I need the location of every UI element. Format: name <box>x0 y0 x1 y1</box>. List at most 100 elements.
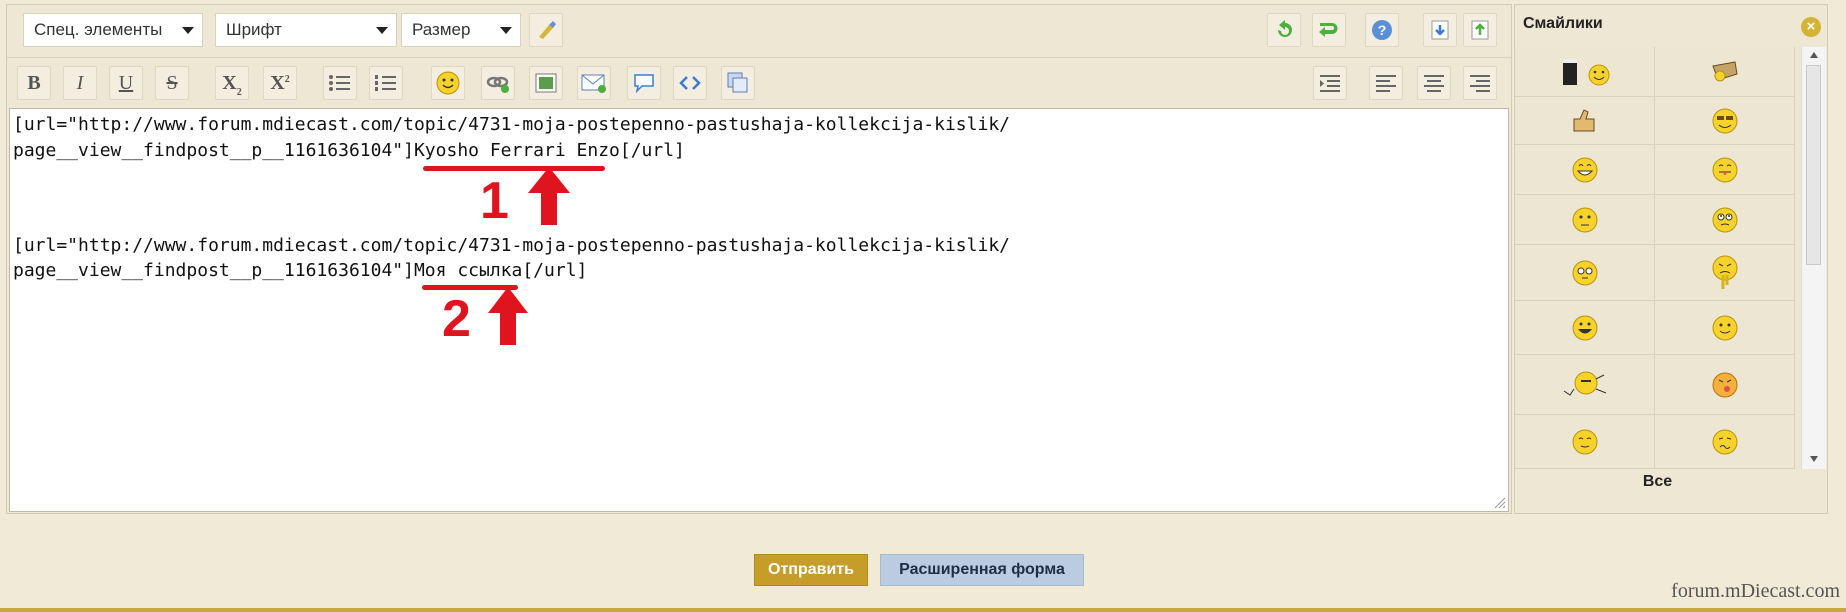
align-center-icon <box>1424 75 1444 92</box>
advanced-form-button[interactable]: Расширенная форма <box>880 554 1084 586</box>
map-smiley-icon <box>1711 60 1738 81</box>
italic-button[interactable]: I <box>63 66 97 100</box>
smiley-running[interactable] <box>1515 355 1655 415</box>
thumbs-up-smiley-icon <box>1573 108 1594 131</box>
send-button[interactable]: Отправить <box>754 554 868 586</box>
smiley-grin[interactable] <box>1515 145 1655 195</box>
smiley-sick[interactable] <box>1655 245 1795 301</box>
smiley-rolling-eyes[interactable] <box>1655 195 1795 245</box>
numbered-list-icon <box>375 75 396 91</box>
emoticon-icon <box>436 71 460 95</box>
upload-icon <box>1471 20 1489 40</box>
scroll-down-icon[interactable] <box>1809 455 1819 463</box>
smiley-happy[interactable] <box>1515 415 1655 469</box>
download-button[interactable] <box>1423 13 1457 47</box>
smiley-confused[interactable] <box>1655 415 1795 469</box>
editor-panel: Спец. элементы Шрифт Размер ? B I U S X2… <box>6 4 1512 514</box>
chevron-down-icon <box>376 27 388 34</box>
upload-button[interactable] <box>1463 13 1497 47</box>
size-dropdown[interactable]: Размер <box>401 13 521 47</box>
code-line-2-prefix: page__view__findpost__p__1161636104"] <box>13 140 414 161</box>
code-line-4-prefix: page__view__findpost__p__1161636104"] <box>13 260 414 281</box>
bulleted-list-button[interactable] <box>323 66 357 100</box>
subscript-base: X <box>222 71 237 94</box>
toolbar-row-1: Спец. элементы Шрифт Размер ? <box>7 5 1511 55</box>
quote-button[interactable] <box>627 66 661 100</box>
smiley-cool[interactable] <box>1655 97 1795 145</box>
smiley-smile[interactable] <box>1655 301 1795 355</box>
smiley-map[interactable] <box>1655 47 1795 97</box>
redo-icon <box>1319 23 1338 37</box>
indent-icon <box>1320 75 1340 92</box>
code-icon <box>679 76 701 90</box>
code-line-4-suffix: [/url] <box>522 260 588 281</box>
running-smiley-icon <box>1563 371 1606 396</box>
code-button[interactable] <box>673 66 707 100</box>
help-icon: ? <box>1372 20 1392 40</box>
scrollbar-thumb[interactable] <box>1806 65 1821 265</box>
scroll-up-icon[interactable] <box>1809 51 1819 59</box>
numbered-list-button[interactable] <box>369 66 403 100</box>
help-button[interactable]: ? <box>1365 13 1399 47</box>
special-elements-dropdown[interactable]: Спец. элементы <box>23 13 203 47</box>
smileys-grid <box>1515 47 1800 469</box>
bulleted-list-icon <box>329 75 350 91</box>
rolling-eyes-smiley-icon <box>1712 207 1737 232</box>
undo-button[interactable] <box>1267 13 1301 47</box>
smileys-scrollbar[interactable] <box>1801 47 1826 469</box>
indent-button[interactable] <box>1313 66 1347 100</box>
angry-smiley-icon <box>1712 372 1737 397</box>
smiley-angry[interactable] <box>1655 355 1795 415</box>
strikethrough-icon: S <box>166 71 178 94</box>
code-line-2: page__view__findpost__p__1161636104"]Kyo… <box>13 140 685 162</box>
smileys-panel: Смайлики × Все <box>1514 4 1828 514</box>
laugh-smiley-icon <box>1572 315 1597 340</box>
resize-handle-icon[interactable] <box>1494 497 1506 509</box>
superscript-button[interactable]: X2 <box>263 66 297 100</box>
smiley-neutral[interactable] <box>1515 195 1655 245</box>
smiley-laugh[interactable] <box>1515 301 1655 355</box>
superscript-index: 2 <box>284 73 290 85</box>
font-dropdown[interactable]: Шрифт <box>215 13 397 47</box>
underline-button[interactable]: U <box>109 66 143 100</box>
align-left-button[interactable] <box>1369 66 1403 100</box>
strikethrough-button[interactable]: S <box>155 66 189 100</box>
align-right-button[interactable] <box>1463 66 1497 100</box>
special-elements-label: Спец. элементы <box>34 20 163 39</box>
smiley-tongue[interactable] <box>1655 145 1795 195</box>
arrow-up-icon <box>488 287 528 345</box>
email-button[interactable] <box>577 66 611 100</box>
emoticon-button[interactable] <box>431 66 465 100</box>
brush-button[interactable] <box>529 13 563 47</box>
align-center-button[interactable] <box>1417 66 1451 100</box>
smiley-beer[interactable] <box>1515 47 1655 97</box>
message-textarea[interactable]: [url="http://www.forum.mdiecast.com/topi… <box>9 108 1509 512</box>
image-icon <box>535 73 557 93</box>
tongue-smiley-icon <box>1712 157 1737 182</box>
smileys-all-link[interactable]: Все <box>1515 473 1800 491</box>
redo-button[interactable] <box>1312 13 1346 47</box>
font-label: Шрифт <box>226 20 282 39</box>
code-line-4: page__view__findpost__p__1161636104"]Моя… <box>13 260 587 282</box>
close-icon[interactable]: × <box>1801 17 1821 37</box>
media-button[interactable] <box>721 66 755 100</box>
chevron-down-icon <box>500 27 512 34</box>
toolbar-row-2: B I U S X2 X2 <box>7 57 1511 110</box>
annotation-number-2: 2 <box>442 290 471 348</box>
download-icon <box>1431 20 1449 40</box>
subscript-button[interactable]: X2 <box>215 66 249 100</box>
code-line-4-link: Моя ссылка <box>413 260 523 281</box>
bold-button[interactable]: B <box>17 66 51 100</box>
cool-smiley-icon <box>1712 108 1737 133</box>
underline-icon: U <box>118 71 134 94</box>
smiley-wink[interactable] <box>1515 245 1655 301</box>
link-button[interactable] <box>481 66 515 100</box>
code-line-1: [url="http://www.forum.mdiecast.com/topi… <box>13 114 1010 135</box>
underline-marker-1 <box>423 166 605 171</box>
image-button[interactable] <box>529 66 563 100</box>
code-line-2-link: Kyosho Ferrari Enzo <box>413 140 620 161</box>
media-icon <box>727 72 748 93</box>
smiley-thumbs-up[interactable] <box>1515 97 1655 145</box>
confused-smiley-icon <box>1712 429 1737 454</box>
email-icon <box>581 74 606 93</box>
